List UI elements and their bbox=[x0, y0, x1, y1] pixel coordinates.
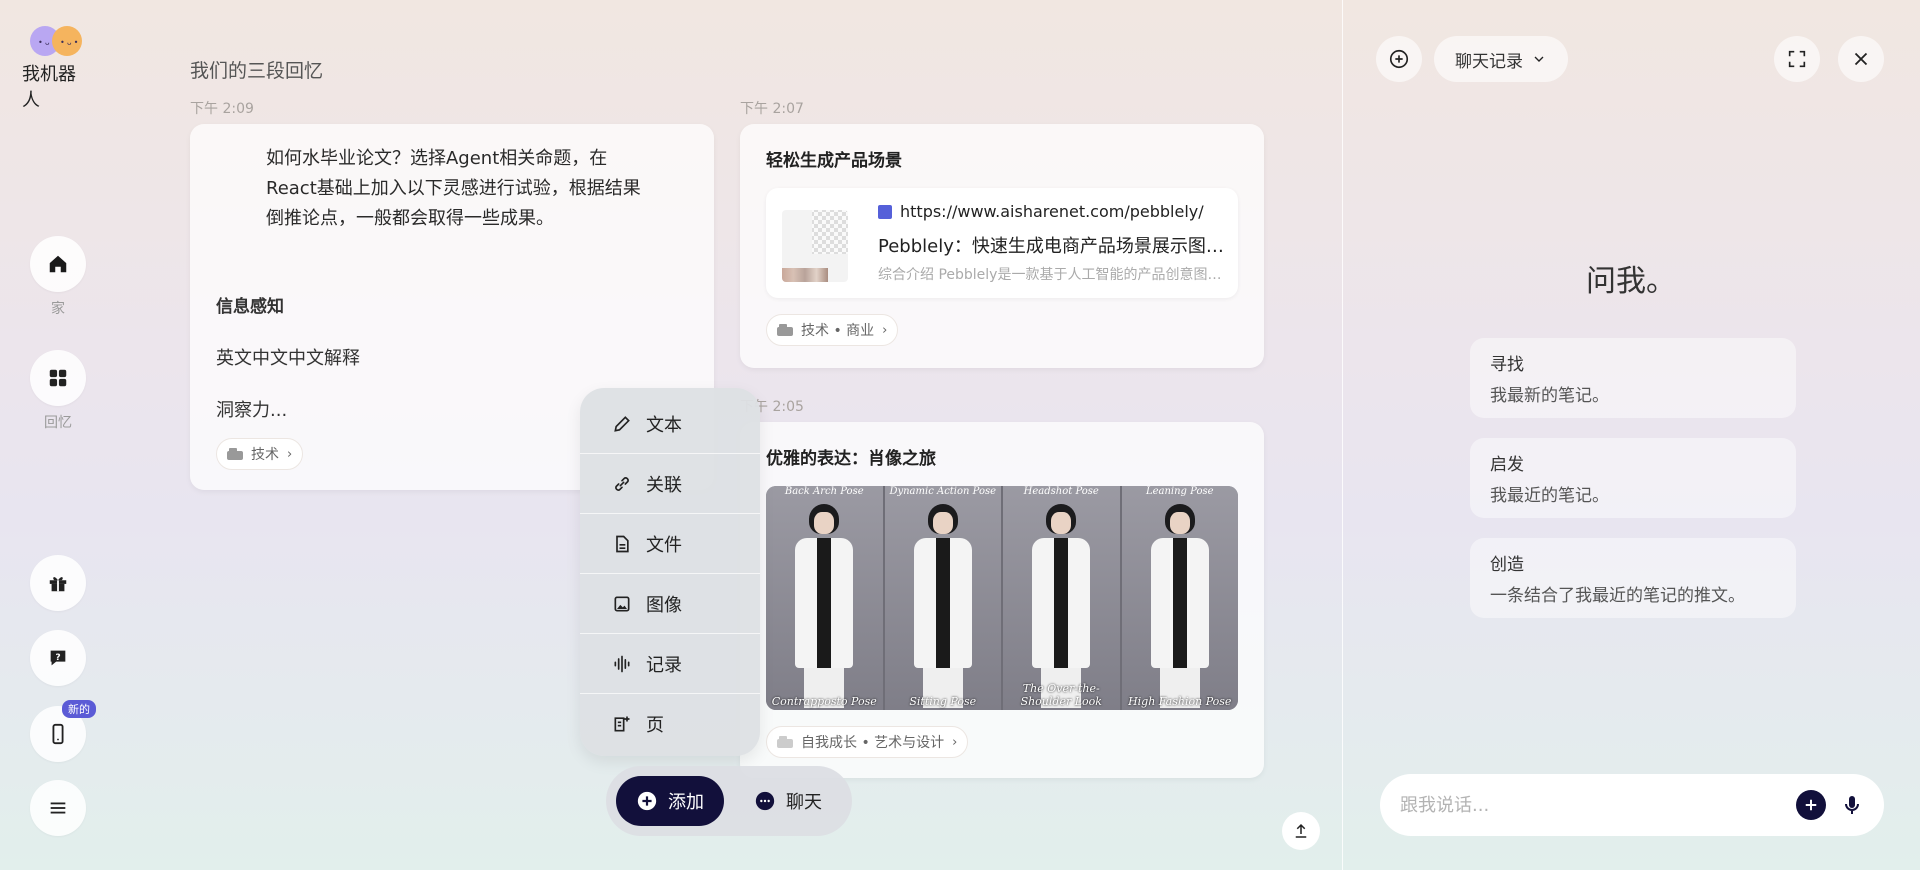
chevron-right-icon: › bbox=[952, 734, 958, 750]
home-icon bbox=[49, 255, 67, 273]
pencil-icon bbox=[614, 415, 630, 432]
gift-button[interactable] bbox=[30, 555, 86, 611]
gift-icon bbox=[49, 577, 67, 592]
chat-input[interactable] bbox=[1400, 794, 1796, 816]
link-title: Pebblely：快速生成电商产品场景展示图片的AI工具 bbox=[878, 236, 1228, 257]
home-label: 家 bbox=[51, 301, 65, 317]
voice-button[interactable] bbox=[1840, 793, 1864, 817]
help-button[interactable]: ? bbox=[30, 630, 86, 686]
tag-folder-icon bbox=[227, 448, 243, 460]
tag-folder-icon bbox=[777, 736, 793, 748]
chevron-right-icon: › bbox=[287, 446, 293, 462]
hamburger-icon bbox=[50, 802, 66, 814]
favicon-icon bbox=[878, 204, 892, 219]
menu-item-link[interactable]: 关联 bbox=[580, 454, 760, 514]
phone-icon bbox=[52, 723, 64, 745]
pose-panel: Back Arch Pose Contrapposto Pose bbox=[766, 486, 885, 710]
pose-panel: Dynamic Action Pose Sitting Pose bbox=[884, 486, 1003, 710]
menu-item-file[interactable]: 文件 bbox=[580, 514, 760, 574]
app-logo[interactable]: •ᴗ• •ᴗ• 我机器人 bbox=[22, 24, 92, 111]
page-add-icon bbox=[614, 716, 630, 732]
memory-button[interactable] bbox=[30, 350, 86, 406]
chat-bubble-icon bbox=[755, 791, 775, 811]
card1-para2: 洞察力... bbox=[216, 400, 288, 421]
add-menu: 文本 关联 文件 图像 记录 页 bbox=[580, 388, 760, 756]
card2-title: 轻松生成产品场景 bbox=[766, 151, 902, 171]
tag-folder-icon bbox=[777, 324, 793, 336]
help-icon: ? bbox=[50, 650, 66, 666]
chevron-down-icon bbox=[1534, 56, 1544, 62]
new-chat-button[interactable] bbox=[1376, 36, 1422, 82]
card1-body: 如何水毕业论文？选择Agent相关命题，在React基础上加入以下灵感进行试验，… bbox=[266, 148, 641, 229]
attach-button[interactable] bbox=[1796, 790, 1826, 820]
suggestion-find[interactable]: 寻找 我最新的笔记。 bbox=[1470, 338, 1796, 418]
upload-arrow-icon bbox=[1295, 823, 1307, 838]
add-button[interactable]: 添加 bbox=[616, 776, 724, 826]
expand-button[interactable] bbox=[1774, 36, 1820, 82]
file-icon bbox=[616, 535, 629, 552]
chat-history-dropdown[interactable]: 聊天记录 bbox=[1434, 36, 1568, 82]
scroll-top-button[interactable] bbox=[1282, 812, 1320, 850]
pose-panel: Leaning Pose High Fashion Pose bbox=[1121, 486, 1238, 710]
card2-tag-label: 技术 • 商业 bbox=[801, 323, 875, 339]
portrait-image[interactable]: Back Arch Pose Contrapposto Pose Dynamic… bbox=[766, 486, 1238, 710]
memory-label: 回忆 bbox=[44, 415, 72, 431]
plus-icon bbox=[1805, 799, 1817, 811]
grid-icon bbox=[49, 369, 67, 387]
waveform-icon bbox=[614, 655, 630, 672]
menu-button[interactable] bbox=[30, 780, 86, 836]
ask-title: 问我。 bbox=[1586, 264, 1676, 299]
card1-tag[interactable]: 技术 › bbox=[216, 438, 304, 470]
history-label: 聊天记录 bbox=[1455, 51, 1523, 72]
menu-item-record[interactable]: 记录 bbox=[580, 634, 760, 694]
microphone-icon bbox=[1845, 796, 1859, 814]
link-preview[interactable]: https://www.aisharenet.com/pebblely/ Peb… bbox=[766, 188, 1238, 298]
card1-para1: 英文中文中文解释 bbox=[216, 348, 360, 369]
link-thumbnail bbox=[782, 210, 848, 282]
card2-tag[interactable]: 技术 • 商业 › bbox=[766, 314, 899, 346]
card2-time: 下午 2:07 bbox=[740, 101, 804, 117]
panel-divider bbox=[1342, 0, 1343, 870]
chevron-right-icon: › bbox=[882, 322, 888, 338]
section-title: 我们的三段回忆 bbox=[190, 60, 324, 82]
home-button[interactable] bbox=[30, 236, 86, 292]
suggestion-create[interactable]: 创造 一条结合了我最近的笔记的推文。 bbox=[1470, 538, 1796, 618]
link-icon bbox=[615, 476, 629, 491]
memory-card-3[interactable]: 优雅的表达：肖像之旅 Back Arch Pose Contrapposto P… bbox=[740, 422, 1264, 778]
link-url[interactable]: https://www.aisharenet.com/pebblely/ bbox=[878, 202, 1204, 221]
menu-item-image[interactable]: 图像 bbox=[580, 574, 760, 634]
card1-time: 下午 2:09 bbox=[190, 101, 254, 117]
image-icon bbox=[614, 596, 630, 611]
plus-circle-icon bbox=[637, 791, 657, 811]
link-desc: 综合介绍 Pebblely是一款基于人工智能的产品创意图片生成工具 bbox=[878, 267, 1228, 283]
card3-tag[interactable]: 自我成长 • 艺术与设计 › bbox=[766, 726, 969, 758]
rail-home[interactable]: 家 bbox=[30, 236, 86, 318]
bottom-action-bar: 添加 聊天 bbox=[606, 766, 852, 836]
new-chat-icon bbox=[1389, 49, 1409, 69]
chat-button[interactable]: 聊天 bbox=[738, 788, 822, 814]
logo-mascot-icon: •ᴗ• •ᴗ• bbox=[30, 24, 82, 58]
card1-heading: 信息感知 bbox=[216, 297, 284, 317]
expand-icon bbox=[1788, 50, 1806, 68]
pose-panel: Headshot Pose The Over-the-Shoulder Look bbox=[1003, 486, 1122, 710]
card3-tag-label: 自我成长 • 艺术与设计 bbox=[801, 735, 945, 751]
new-badge: 新的 bbox=[62, 700, 96, 718]
close-button[interactable] bbox=[1838, 36, 1884, 82]
logo-text: 我机器人 bbox=[22, 64, 76, 111]
rail-memory[interactable]: 回忆 bbox=[30, 350, 86, 432]
menu-item-text[interactable]: 文本 bbox=[580, 394, 760, 454]
card1-tag-label: 技术 bbox=[251, 447, 279, 463]
menu-item-page[interactable]: 页 bbox=[580, 694, 760, 754]
close-icon bbox=[1854, 52, 1868, 66]
chat-input-box bbox=[1380, 774, 1884, 836]
suggestion-inspire[interactable]: 启发 我最近的笔记。 bbox=[1470, 438, 1796, 518]
memory-card-2[interactable]: 轻松生成产品场景 https://www.aisharenet.com/pebb… bbox=[740, 124, 1264, 368]
card3-title: 优雅的表达：肖像之旅 bbox=[766, 449, 936, 469]
svg-text:?: ? bbox=[55, 652, 60, 663]
